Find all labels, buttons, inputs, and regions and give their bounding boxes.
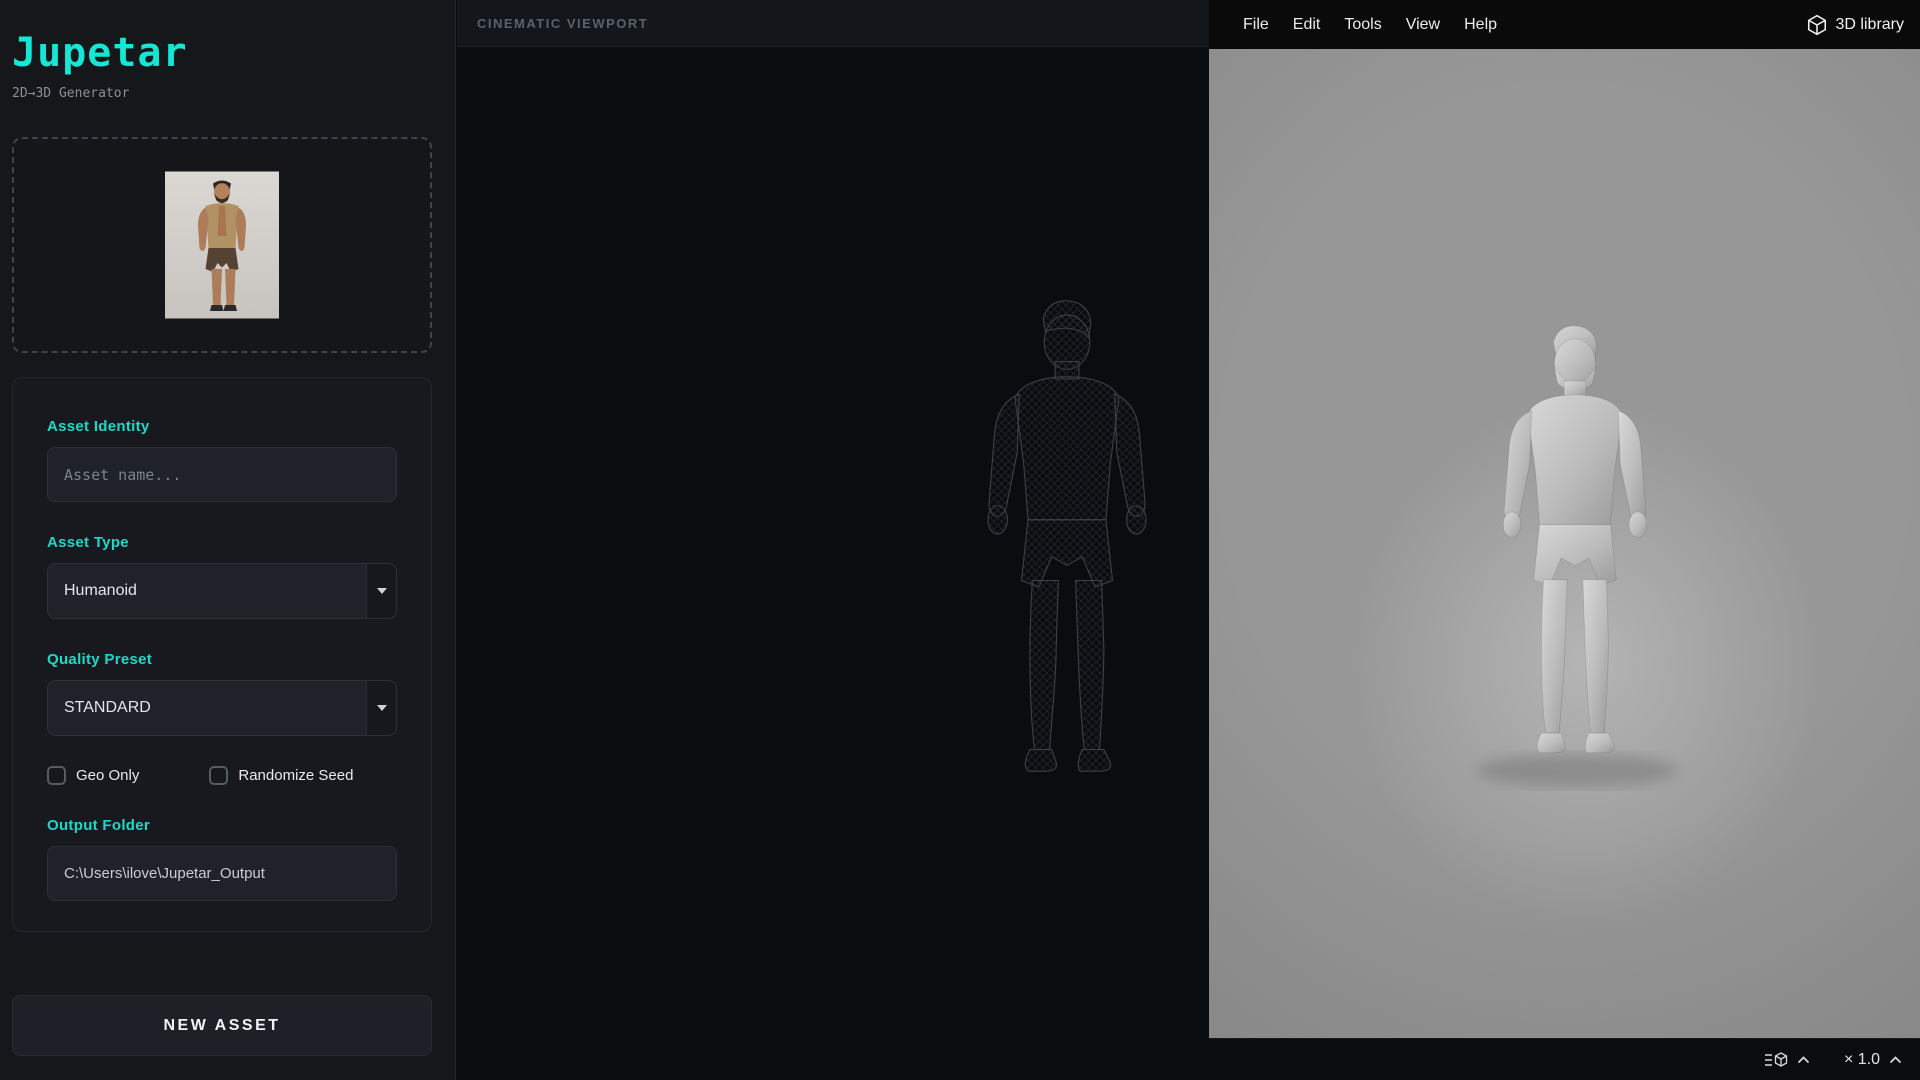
menubar: File Edit Tools View Help 3D library [1209, 0, 1920, 49]
asset-settings-panel: Asset Identity Asset Type Humanoid Quali… [12, 377, 432, 932]
chevron-down-icon [366, 681, 396, 735]
asset-type-value: Humanoid [64, 582, 137, 600]
randomize-seed-checkbox[interactable]: Randomize Seed [209, 766, 353, 785]
app-subtitle: 2D→3D Generator [12, 86, 443, 101]
mesh-options-icon [1764, 1051, 1788, 1069]
app-window: Jupetar 2D→3D Generator [0, 0, 1920, 1080]
checkbox-box [47, 766, 66, 785]
cube-icon [1806, 14, 1828, 36]
right-panel: File Edit Tools View Help 3D library [1209, 0, 1920, 1080]
reference-image [165, 171, 279, 319]
chevron-up-icon [1797, 1055, 1810, 1064]
viewport-statusbar: × 1.0 [1209, 1038, 1920, 1080]
zoom-control[interactable]: × 1.0 [1844, 1051, 1902, 1069]
zoom-value: × 1.0 [1844, 1051, 1880, 1069]
quality-preset-label: Quality Preset [47, 651, 397, 668]
quality-preset-value: STANDARD [64, 699, 151, 717]
output-folder-label: Output Folder [47, 817, 397, 834]
checkbox-box [209, 766, 228, 785]
clay-model [1457, 277, 1693, 847]
chevron-up-icon [1889, 1055, 1902, 1064]
render-viewport[interactable] [1209, 49, 1920, 1038]
asset-name-input[interactable] [47, 447, 397, 502]
asset-identity-label: Asset Identity [47, 418, 397, 435]
asset-type-label: Asset Type [47, 534, 397, 551]
options-row: Geo Only Randomize Seed [47, 766, 397, 785]
menu-view[interactable]: View [1394, 10, 1452, 40]
geo-only-checkbox[interactable]: Geo Only [47, 766, 139, 785]
quality-preset-select[interactable]: STANDARD [47, 680, 397, 736]
3d-library-button[interactable]: 3D library [1806, 14, 1904, 36]
menu-edit[interactable]: Edit [1281, 10, 1333, 40]
3d-library-label: 3D library [1836, 16, 1904, 34]
new-asset-button[interactable]: NEW ASSET [12, 995, 432, 1056]
wireframe-model [937, 285, 1197, 837]
chevron-down-icon [366, 564, 396, 618]
menu-help[interactable]: Help [1452, 10, 1509, 40]
display-mode-control[interactable] [1764, 1051, 1810, 1069]
cinematic-viewport[interactable]: CINEMATIC VIEWPORT [457, 0, 1209, 1080]
sidebar: Jupetar 2D→3D Generator [0, 0, 456, 1080]
cinematic-viewport-header: CINEMATIC VIEWPORT [457, 0, 1209, 47]
menu-file[interactable]: File [1231, 10, 1281, 40]
geo-only-label: Geo Only [76, 767, 139, 784]
app-title: Jupetar [12, 30, 443, 76]
output-folder-input[interactable] [47, 846, 397, 901]
reference-image-dropzone[interactable] [12, 137, 432, 353]
asset-type-select[interactable]: Humanoid [47, 563, 397, 619]
cinematic-viewport-title: CINEMATIC VIEWPORT [477, 16, 648, 31]
menu-tools[interactable]: Tools [1332, 10, 1393, 40]
randomize-seed-label: Randomize Seed [238, 767, 353, 784]
